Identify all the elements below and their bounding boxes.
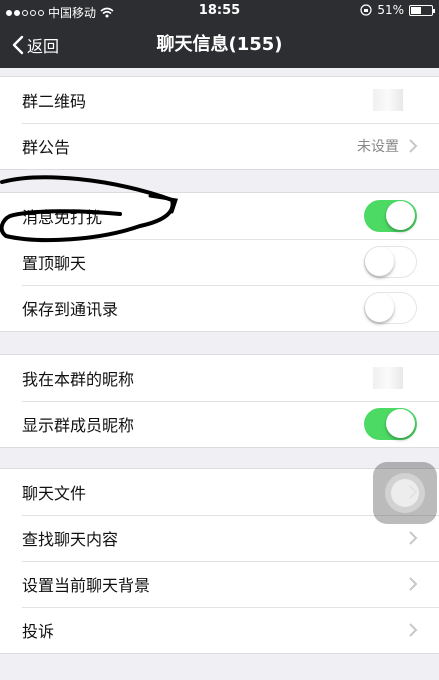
row-label: 置顶聊天 xyxy=(22,254,87,273)
row-pin: 置顶聊天 xyxy=(0,239,439,285)
row-group-notice[interactable]: 群公告 未设置 xyxy=(0,123,439,169)
assistive-touch-button[interactable] xyxy=(373,462,437,524)
chevron-right-icon xyxy=(409,139,418,153)
toggle-knob xyxy=(365,247,394,276)
orientation-lock-icon xyxy=(360,4,372,16)
row-label: 聊天文件 xyxy=(22,484,87,503)
row-mute: 消息免打扰 xyxy=(0,193,439,239)
toggle-knob xyxy=(386,201,415,230)
page-title: 聊天信息(155) xyxy=(0,22,439,68)
show-nicknames-toggle[interactable] xyxy=(364,408,417,440)
section-chat-settings: 消息免打扰 置顶聊天 保存到通讯录 xyxy=(0,192,439,332)
row-label: 显示群成员昵称 xyxy=(22,416,135,435)
status-right: 51% xyxy=(360,3,435,17)
battery-icon xyxy=(409,4,435,16)
row-show-nicknames: 显示群成员昵称 xyxy=(0,401,439,447)
toggle-knob xyxy=(365,293,394,322)
row-my-nickname[interactable]: 我在本群的昵称 xyxy=(0,355,439,401)
nav-bar: 返回 聊天信息(155) xyxy=(0,22,439,68)
assistive-ring-inner xyxy=(391,479,419,507)
pin-toggle[interactable] xyxy=(364,246,417,278)
row-label: 投诉 xyxy=(22,622,55,641)
nickname-value xyxy=(373,367,403,389)
mute-toggle[interactable] xyxy=(364,200,417,232)
row-chat-background[interactable]: 设置当前聊天背景 xyxy=(0,561,439,607)
row-label: 设置当前聊天背景 xyxy=(22,576,151,595)
chevron-right-icon xyxy=(409,531,418,545)
row-report[interactable]: 投诉 xyxy=(0,607,439,653)
row-label: 我在本群的昵称 xyxy=(22,370,135,389)
row-save-contacts: 保存到通讯录 xyxy=(0,285,439,331)
save-contacts-toggle[interactable] xyxy=(364,292,417,324)
row-label: 消息免打扰 xyxy=(22,208,103,227)
row-label: 群二维码 xyxy=(22,92,87,111)
toggle-knob xyxy=(386,409,415,438)
chevron-right-icon xyxy=(409,623,418,637)
page-title-text: 聊天信息(155) xyxy=(156,34,283,55)
row-search-chat[interactable]: 查找聊天内容 xyxy=(0,515,439,561)
battery-percent: 51% xyxy=(377,3,404,17)
chevron-right-icon xyxy=(409,577,418,591)
row-label: 群公告 xyxy=(22,138,71,157)
row-label: 查找聊天内容 xyxy=(22,530,119,549)
qr-thumbnail xyxy=(373,89,403,111)
battery-fill xyxy=(411,6,422,14)
row-group-qr[interactable]: 群二维码 xyxy=(0,77,439,123)
row-label: 保存到通讯录 xyxy=(22,300,119,319)
section-nickname: 我在本群的昵称 显示群成员昵称 xyxy=(0,354,439,448)
notice-value: 未设置 xyxy=(357,139,399,155)
status-bar: 中国移动 18:55 51% xyxy=(0,0,439,22)
section-group-info: 群二维码 群公告 未设置 xyxy=(0,76,439,170)
